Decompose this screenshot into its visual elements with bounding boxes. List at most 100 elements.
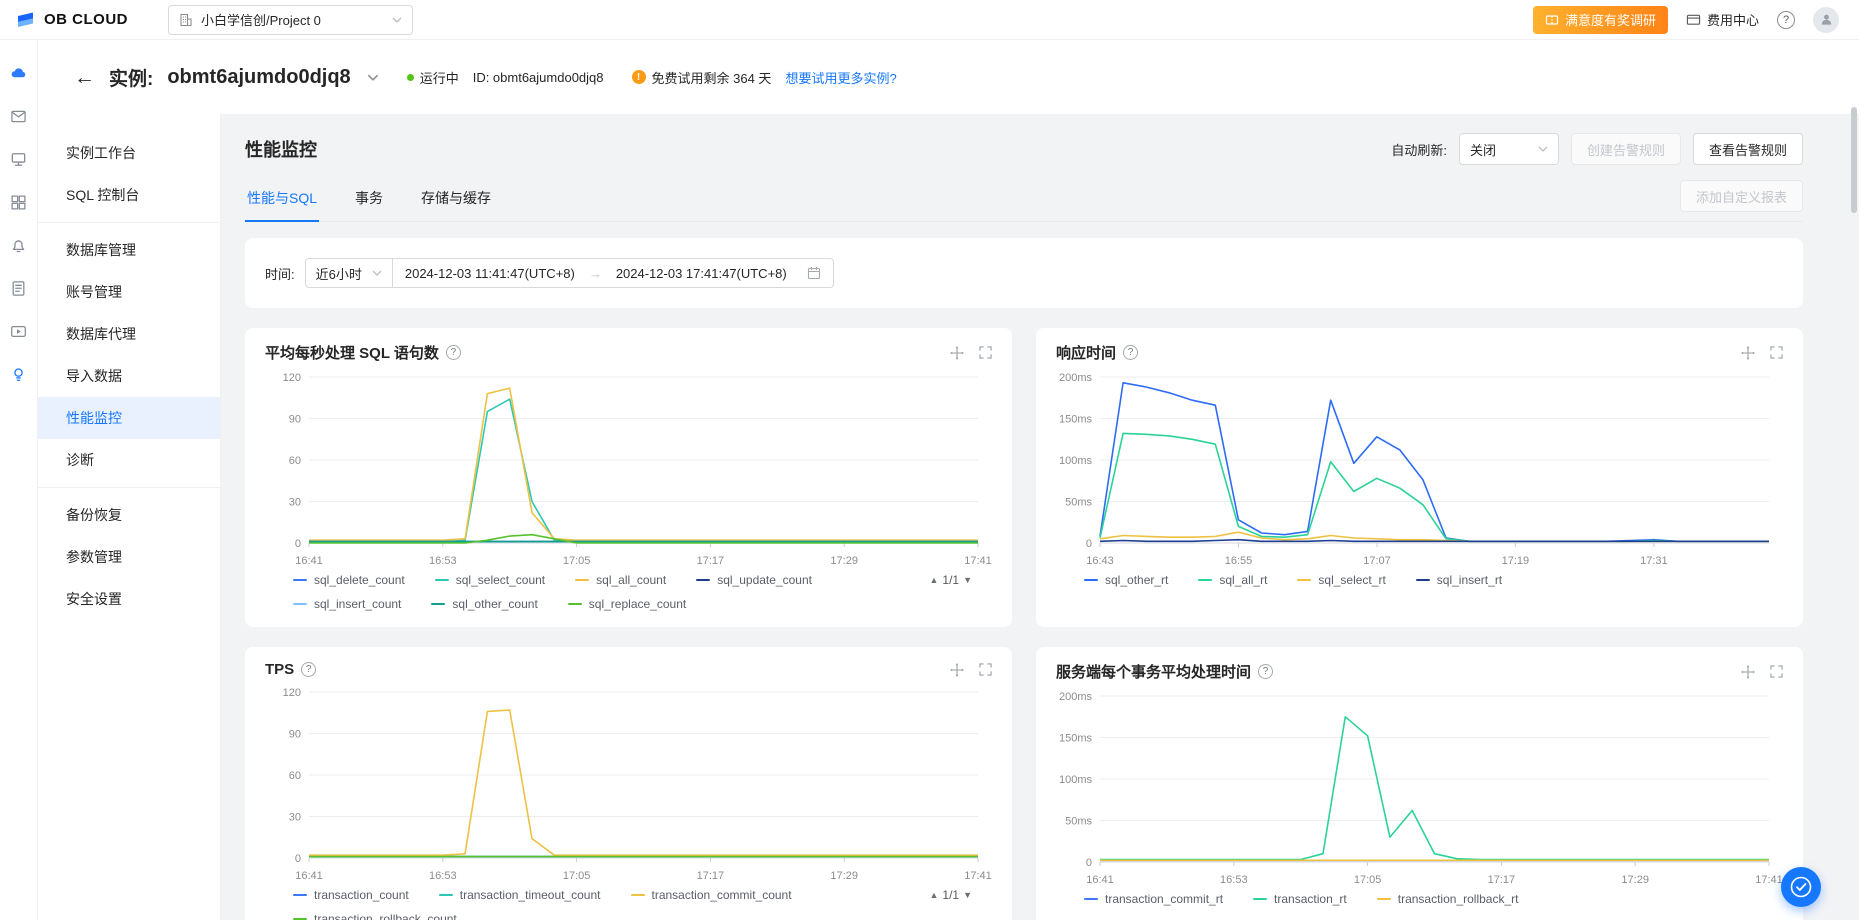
chart-help-icon[interactable]: ? — [1123, 345, 1139, 360]
sidebar-item[interactable]: 导入数据 — [38, 355, 220, 397]
view-alert-rule-button[interactable]: 查看告警规则 — [1692, 133, 1803, 165]
sidebar-item[interactable]: 性能监控 — [38, 397, 220, 439]
chevron-down-icon — [1538, 146, 1548, 152]
legend-item[interactable]: sql_all_rt — [1198, 573, 1267, 587]
fullscreen-icon[interactable] — [979, 663, 992, 676]
billing-center-link[interactable]: 费用中心 — [1686, 10, 1759, 29]
chart-card: 响应时间? 0 50ms 100ms 150ms 200ms 16:43 16:55 17:07… — [1036, 328, 1803, 627]
legend-label: sql_select_count — [455, 573, 546, 587]
pager-down-icon[interactable]: ▼ — [963, 575, 972, 585]
time-preset-select[interactable]: 近6小时 — [304, 258, 393, 288]
sidebar-item[interactable]: 账号管理 — [38, 271, 220, 313]
cloud-icon[interactable] — [10, 64, 28, 82]
svg-text:17:41: 17:41 — [964, 555, 992, 567]
chart-card: TPS? 0 30 60 90 120 16:41 16:53 17:05 17:17 17:29 1… — [245, 647, 1012, 920]
help-icon[interactable]: ? — [1777, 10, 1795, 29]
legend-item[interactable]: transaction_commit_rt — [1084, 892, 1223, 906]
pager-up-icon[interactable]: ▲ — [929, 575, 938, 585]
sidebar-item[interactable]: 数据库管理 — [38, 229, 220, 271]
message-icon[interactable] — [10, 107, 28, 125]
legend-item[interactable]: sql_select_count — [434, 573, 546, 587]
add-custom-report-button[interactable]: 添加自定义报表 — [1679, 180, 1803, 212]
billing-center-label: 费用中心 — [1706, 13, 1759, 28]
more-instances-link[interactable]: 想要试用更多实例? — [785, 68, 896, 87]
date-range-picker[interactable]: 2024-12-03 11:41:47(UTC+8) → 2024-12-03 … — [392, 258, 834, 288]
apps-icon[interactable] — [10, 193, 28, 211]
legend-swatch — [630, 894, 645, 896]
alarm-icon[interactable] — [10, 236, 28, 254]
svg-text:200ms: 200ms — [1059, 372, 1093, 384]
logo-text: OB CLOUD — [44, 11, 128, 28]
tab[interactable]: 存储与缓存 — [419, 178, 493, 221]
video-icon[interactable] — [10, 322, 28, 340]
fullscreen-icon[interactable] — [1770, 665, 1783, 678]
legend-item[interactable]: sql_delete_count — [293, 573, 405, 587]
legend-item[interactable]: transaction_commit_count — [630, 888, 792, 902]
legend-item[interactable]: transaction_timeout_count — [438, 888, 601, 902]
time-preset-value: 近6小时 — [315, 266, 362, 282]
chart-help-icon[interactable]: ? — [1258, 664, 1274, 679]
drag-icon[interactable] — [1741, 345, 1755, 360]
pager-down-icon[interactable]: ▼ — [963, 890, 972, 900]
docs-icon[interactable] — [10, 279, 28, 297]
status-badge: 运行中 — [406, 68, 459, 87]
create-alert-rule-button[interactable]: 创建告警规则 — [1570, 133, 1681, 165]
legend-swatch — [1084, 579, 1098, 581]
legend-item[interactable]: sql_other_count — [431, 597, 538, 611]
pager-up-icon[interactable]: ▲ — [929, 890, 938, 900]
check-float-button[interactable] — [1781, 867, 1821, 907]
legend-item[interactable]: sql_other_rt — [1084, 573, 1168, 587]
legend-item[interactable]: sql_update_count — [696, 573, 812, 587]
sidebar-item[interactable]: 数据库代理 — [38, 313, 220, 355]
drag-icon[interactable] — [950, 662, 964, 677]
chevron-down-icon[interactable] — [367, 74, 379, 81]
project-selector[interactable]: 小白学信创/Project 0 — [168, 4, 413, 35]
legend-swatch — [1084, 898, 1098, 900]
drag-icon[interactable] — [1741, 664, 1755, 679]
fullscreen-icon[interactable] — [1770, 346, 1783, 359]
host-icon[interactable] — [10, 150, 28, 168]
legend-item[interactable]: sql_replace_count — [567, 597, 686, 611]
legend-swatch — [696, 579, 711, 581]
chart-help-icon[interactable]: ? — [445, 345, 461, 360]
avatar[interactable] — [1813, 6, 1839, 33]
scrollbar-thumb[interactable] — [1851, 107, 1857, 213]
chart-legend: transaction_commit_rt transaction_rt trans… — [1056, 892, 1783, 906]
auto-refresh-value: 关闭 — [1469, 142, 1496, 158]
legend-label: sql_delete_count — [314, 573, 405, 587]
chart-help-icon[interactable]: ? — [301, 662, 317, 677]
tab[interactable]: 性能与SQL — [245, 178, 320, 222]
sidebar-item[interactable]: 备份恢复 — [38, 494, 220, 536]
auto-refresh-select[interactable]: 关闭 — [1458, 133, 1559, 165]
org-icon — [179, 13, 193, 27]
legend-swatch — [431, 603, 446, 605]
instance-name: obmt6ajumdo0djq8 — [167, 65, 351, 88]
chart-title: 服务端每个事务平均处理时间 — [1056, 664, 1252, 681]
svg-text:90: 90 — [289, 729, 301, 741]
line-chart: 0 30 60 90 120 16:41 16:53 17:05 17:17 17:29 17:41 — [283, 372, 992, 567]
legend-item[interactable]: sql_insert_rt — [1415, 573, 1502, 587]
svg-text:0: 0 — [295, 853, 301, 865]
sidebar-item[interactable]: SQL 控制台 — [38, 174, 220, 216]
sidebar-item[interactable]: 诊断 — [38, 439, 220, 481]
bulb-icon[interactable] — [10, 365, 28, 383]
legend-item[interactable]: transaction_rollback_count — [293, 912, 457, 920]
legend-swatch — [293, 579, 307, 581]
legend-item[interactable]: sql_all_count — [575, 573, 666, 587]
fullscreen-icon[interactable] — [979, 346, 992, 359]
drag-icon[interactable] — [950, 345, 964, 360]
legend-pager: ▲ 1/1 ▼ — [929, 888, 972, 902]
sidebar-item[interactable]: 安全设置 — [38, 578, 220, 620]
legend-item[interactable]: transaction_rt — [1253, 892, 1347, 906]
sidebar-item[interactable]: 参数管理 — [38, 536, 220, 578]
legend-item[interactable]: sql_insert_count — [293, 597, 401, 611]
svg-text:17:05: 17:05 — [563, 870, 591, 882]
survey-button[interactable]: 满意度有奖调研 — [1532, 5, 1668, 34]
legend-item[interactable]: transaction_count — [293, 888, 409, 902]
back-icon[interactable]: ← — [74, 67, 95, 88]
sidebar-item[interactable]: 实例工作台 — [38, 132, 220, 174]
chevron-down-icon — [392, 17, 402, 23]
tab[interactable]: 事务 — [353, 178, 385, 221]
legend-item[interactable]: sql_select_rt — [1297, 573, 1386, 587]
legend-item[interactable]: transaction_rollback_rt — [1376, 892, 1518, 906]
